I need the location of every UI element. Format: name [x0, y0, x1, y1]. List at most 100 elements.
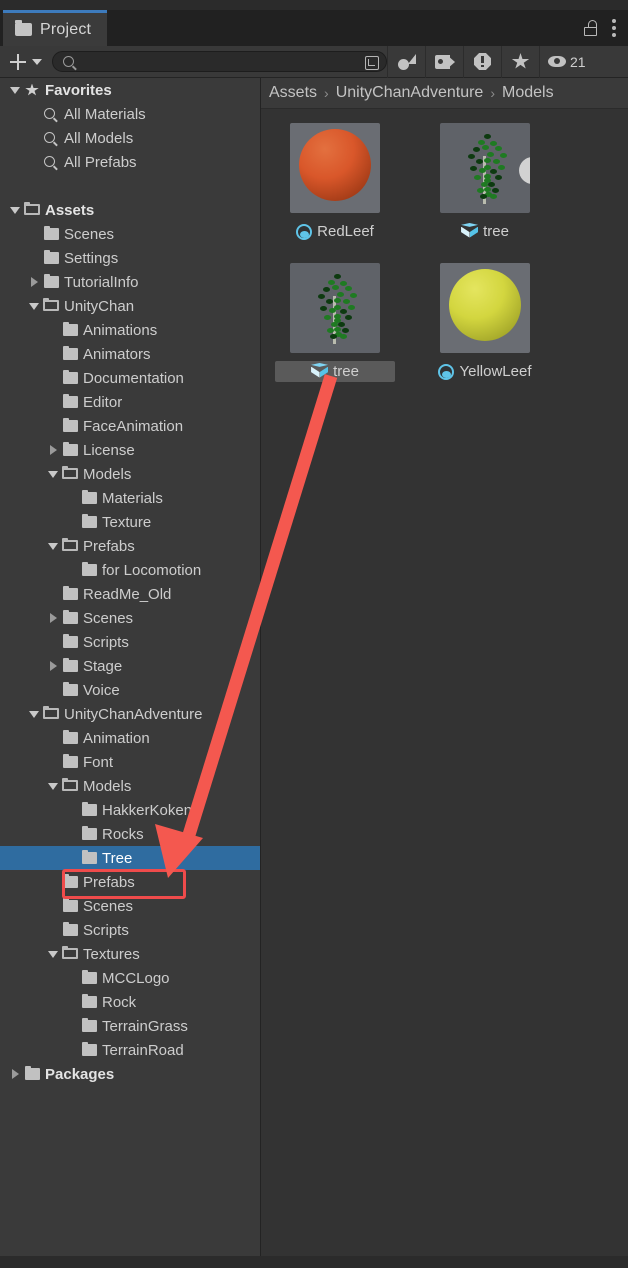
tree-item-terraingrass[interactable]: TerrainGrass: [0, 1014, 260, 1038]
tree-item-all-prefabs[interactable]: All Prefabs: [0, 150, 260, 174]
asset-caption[interactable]: RedLeef: [275, 221, 395, 242]
tree-item-label: HakkerKoken: [102, 801, 193, 819]
tree-item-scenes[interactable]: Scenes: [0, 222, 260, 246]
tab-project[interactable]: Project: [3, 10, 108, 46]
collapse-arrow-icon[interactable]: [46, 942, 60, 966]
tree-item-terrainroad[interactable]: TerrainRoad: [0, 1038, 260, 1062]
tree-item-unitychanadventure[interactable]: UnityChanAdventure: [0, 702, 260, 726]
breadcrumb-item-unitychanadventure[interactable]: UnityChanAdventure: [336, 84, 484, 102]
collapse-arrow-icon[interactable]: [46, 534, 60, 558]
star-icon: [22, 78, 42, 102]
collapse-arrow-icon[interactable]: [27, 294, 41, 318]
tree-item-for-locomotion[interactable]: for Locomotion: [0, 558, 260, 582]
expand-arrow-icon[interactable]: [46, 606, 60, 630]
tree-item-textures[interactable]: Textures: [0, 942, 260, 966]
breadcrumb-item-models[interactable]: Models: [502, 84, 554, 102]
add-button[interactable]: [0, 47, 50, 77]
tree-item-scenes[interactable]: Scenes: [0, 894, 260, 918]
tree-item-label: All Prefabs: [64, 153, 137, 171]
tree-spacer: [0, 174, 260, 198]
tree-item-unitychan[interactable]: UnityChan: [0, 294, 260, 318]
asset-thumbnail[interactable]: [440, 263, 530, 353]
tree-item-scenes[interactable]: Scenes: [0, 606, 260, 630]
filter-by-type-button[interactable]: [387, 45, 425, 78]
tree-item-readme-old[interactable]: ReadMe_Old: [0, 582, 260, 606]
tree-item-prefabs[interactable]: Prefabs: [0, 534, 260, 558]
tree-item-rocks[interactable]: Rocks: [0, 822, 260, 846]
asset-thumbnail[interactable]: [440, 123, 530, 213]
asset-item[interactable]: YellowLeef: [425, 263, 545, 382]
asset-thumbnail[interactable]: [290, 263, 380, 353]
project-tree-panel[interactable]: Favorites All Materials All Models All Pref…: [0, 78, 261, 1268]
folder-icon: [60, 342, 80, 366]
collapse-arrow-icon[interactable]: [46, 462, 60, 486]
asset-caption[interactable]: YellowLeef: [425, 361, 545, 382]
kebab-menu-icon[interactable]: [612, 19, 616, 37]
tree-item-materials[interactable]: Materials: [0, 486, 260, 510]
tree-item-rock[interactable]: Rock: [0, 990, 260, 1014]
collapse-arrow-icon[interactable]: [8, 198, 22, 222]
expand-arrow-icon[interactable]: [8, 1062, 22, 1086]
tree-item-packages[interactable]: Packages: [0, 1062, 260, 1086]
tree-item-mcclogo[interactable]: MCCLogo: [0, 966, 260, 990]
filter-by-label-button[interactable]: [425, 45, 463, 78]
tree-item-animators[interactable]: Animators: [0, 342, 260, 366]
search-icon: [63, 56, 74, 67]
asset-item[interactable]: tree: [275, 263, 395, 382]
collapse-arrow-icon[interactable]: [27, 702, 41, 726]
tree-item-documentation[interactable]: Documentation: [0, 366, 260, 390]
collapse-arrow-icon[interactable]: [46, 774, 60, 798]
collapse-arrow-icon[interactable]: [8, 78, 22, 102]
tree-item-editor[interactable]: Editor: [0, 390, 260, 414]
tree-item-font[interactable]: Font: [0, 750, 260, 774]
asset-caption[interactable]: tree: [275, 361, 395, 382]
tree-item-label: Scenes: [83, 897, 134, 915]
tree-item-models[interactable]: Models: [0, 774, 260, 798]
tree-item-animation[interactable]: Animation: [0, 726, 260, 750]
unlocked-padlock-icon[interactable]: [584, 20, 598, 36]
asset-item[interactable]: tree: [425, 123, 545, 242]
search-field[interactable]: [52, 51, 387, 73]
tree-item-voice[interactable]: Voice: [0, 678, 260, 702]
tree-item-faceanimation[interactable]: FaceAnimation: [0, 414, 260, 438]
open-in-new-window-icon[interactable]: [365, 56, 379, 70]
expand-prefab-icon[interactable]: [519, 157, 530, 184]
tree-item-assets[interactable]: Assets: [0, 198, 260, 222]
asset-thumbnail[interactable]: [290, 123, 380, 213]
breadcrumb-item-assets[interactable]: Assets: [269, 84, 317, 102]
tree-item-tutorialinfo[interactable]: TutorialInfo: [0, 270, 260, 294]
tree-item-label: Scripts: [83, 633, 129, 651]
tree-item-prefabs[interactable]: Prefabs: [0, 870, 260, 894]
tree-item-models[interactable]: Models: [0, 462, 260, 486]
asset-caption[interactable]: tree: [425, 221, 545, 242]
asset-grid[interactable]: RedLeef tree tree YellowLeef: [261, 109, 628, 382]
window-bottom-strip: [0, 1256, 628, 1268]
folder-icon: [60, 366, 80, 390]
tree-item-label: UnityChan: [64, 297, 135, 315]
filter-by-favorite-button[interactable]: [501, 45, 539, 78]
tree-item-hakkerkoken[interactable]: HakkerKoken: [0, 798, 260, 822]
asset-item[interactable]: RedLeef: [275, 123, 395, 242]
window-tab-actions: [584, 10, 622, 46]
expand-arrow-icon[interactable]: [46, 438, 60, 462]
tree-item-animations[interactable]: Animations: [0, 318, 260, 342]
breadcrumb[interactable]: Assets › UnityChanAdventure › Models: [261, 78, 628, 109]
tree-item-tree[interactable]: Tree: [0, 846, 260, 870]
filter-by-error-button[interactable]: [463, 45, 501, 78]
search-input[interactable]: [79, 52, 360, 73]
tree-item-scripts[interactable]: Scripts: [0, 918, 260, 942]
tree-item-scripts[interactable]: Scripts: [0, 630, 260, 654]
tree-item-all-models[interactable]: All Models: [0, 126, 260, 150]
tree-item-all-materials[interactable]: All Materials: [0, 102, 260, 126]
tree-item-settings[interactable]: Settings: [0, 246, 260, 270]
tree-item-favorites[interactable]: Favorites: [0, 78, 260, 102]
tree-item-license[interactable]: License: [0, 438, 260, 462]
expand-arrow-icon[interactable]: [46, 654, 60, 678]
tree-item-stage[interactable]: Stage: [0, 654, 260, 678]
visible-count-button[interactable]: 21: [539, 45, 594, 78]
tree-item-texture[interactable]: Texture: [0, 510, 260, 534]
expand-arrow-icon[interactable]: [27, 270, 41, 294]
tree-item-label: Rock: [102, 993, 137, 1011]
